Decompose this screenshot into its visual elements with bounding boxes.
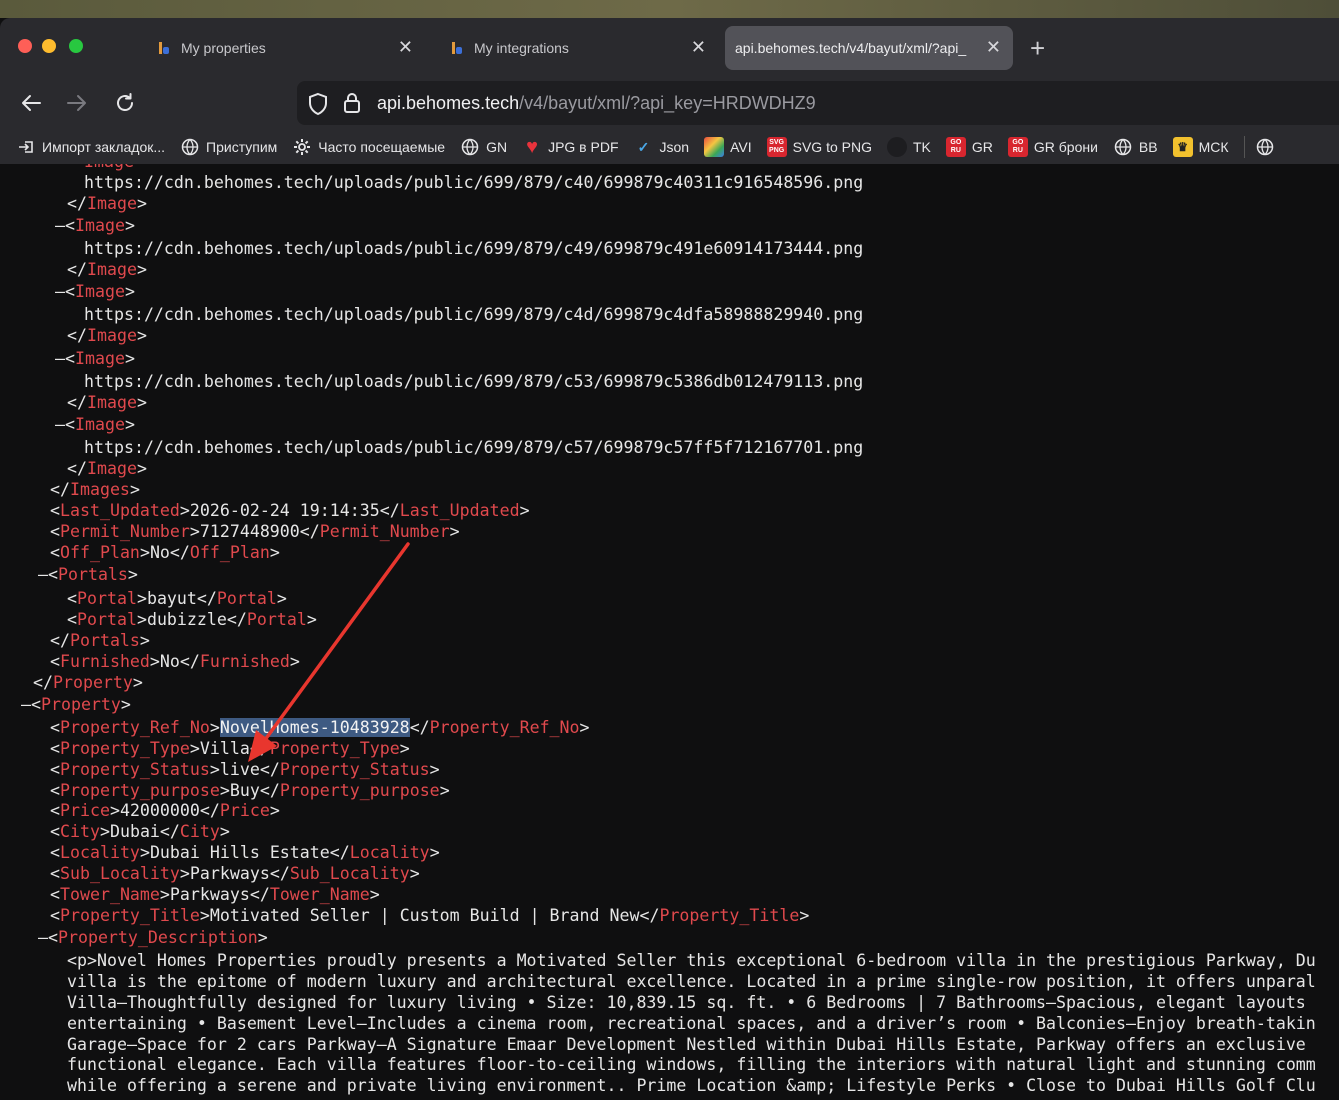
red-annotation-arrow xyxy=(248,542,410,762)
avi-icon xyxy=(704,137,725,157)
goru-icon: GO RU xyxy=(1007,137,1028,157)
close-window-button[interactable] xyxy=(18,39,32,53)
bookmark-label: Часто посещаемые xyxy=(318,139,446,155)
bookmark-label: Импорт закладок... xyxy=(42,139,166,155)
bookmark-label: SVG to PNG xyxy=(792,139,872,155)
reload-icon xyxy=(117,93,133,111)
bookmark-label: GR брони xyxy=(1033,139,1098,155)
url-host: api.behomes.tech xyxy=(377,93,520,113)
bookmark-gn[interactable]: GN xyxy=(460,137,507,157)
new-tab-button[interactable]: + xyxy=(1030,35,1045,61)
back-button[interactable] xyxy=(16,88,46,118)
bookmark-label: JPG в PDF xyxy=(548,139,619,155)
bookmarks-bar: Импорт закладок... Приступим Часто посещ… xyxy=(0,130,1339,164)
bookmark-label: TK xyxy=(912,139,931,155)
bookmark-more[interactable] xyxy=(1255,137,1281,157)
minimize-window-button[interactable] xyxy=(42,39,56,53)
bookmark-msk[interactable]: ♛ МСК xyxy=(1172,137,1229,157)
tab-label: My integrations xyxy=(474,40,569,56)
bookmark-label: BB xyxy=(1138,139,1158,155)
shield-icon[interactable] xyxy=(307,92,329,121)
tab-label: My properties xyxy=(181,40,266,56)
bookmark-svg-png[interactable]: SVG PNG SVG to PNG xyxy=(766,137,872,157)
behomes-favicon-icon xyxy=(157,40,171,56)
behomes-favicon-icon xyxy=(450,40,464,56)
bookmarks-divider xyxy=(1243,136,1245,158)
tab-my-properties[interactable]: My properties ✕ xyxy=(145,26,425,70)
forward-button[interactable] xyxy=(62,88,92,118)
globe-icon xyxy=(460,137,480,157)
bookmark-avi[interactable]: AVI xyxy=(704,137,752,157)
heart-icon: ♥ xyxy=(526,135,538,158)
bookmark-label: AVI xyxy=(730,139,752,155)
goru-icon: GO RU xyxy=(945,137,966,157)
tab-bar: My properties ✕ My integrations ✕ api.be… xyxy=(0,18,1339,78)
bookmark-most-visited[interactable]: Часто посещаемые xyxy=(292,137,445,157)
tab-api-xml-active[interactable]: api.behomes.tech/v4/bayut/xml/?api_ ✕ xyxy=(725,26,1013,70)
svg-icon: SVG PNG xyxy=(766,137,787,157)
tab-close-icon[interactable]: ✕ xyxy=(986,37,1001,57)
tab-close-icon[interactable]: ✕ xyxy=(691,37,706,57)
bookmark-json[interactable]: ✓ Json xyxy=(634,137,690,157)
browser-chrome: My properties ✕ My integrations ✕ api.be… xyxy=(0,18,1339,164)
bookmark-jpg-pdf[interactable]: ♥ JPG в PDF xyxy=(522,135,619,158)
navigation-bar: api.behomes.tech/v4/bayut/xml/?api_key=H… xyxy=(0,80,1339,126)
bookmark-label: GN xyxy=(486,139,508,155)
globe-icon xyxy=(1255,137,1275,157)
bookmark-label: МСК xyxy=(1198,139,1229,155)
tab-close-icon[interactable]: ✕ xyxy=(398,37,413,57)
gear-icon xyxy=(292,137,312,157)
bookmark-import[interactable]: Импорт закладок... xyxy=(16,137,165,157)
tab-label: api.behomes.tech/v4/bayut/xml/?api_ xyxy=(735,40,967,56)
crown-icon: ♛ xyxy=(1172,137,1193,157)
lock-icon[interactable] xyxy=(343,91,361,120)
maximize-window-button[interactable] xyxy=(69,39,83,53)
globe-icon xyxy=(1113,137,1133,157)
bookmark-label: GR xyxy=(971,139,993,155)
arrow-right-icon xyxy=(67,95,86,111)
address-bar[interactable]: api.behomes.tech/v4/bayut/xml/?api_key=H… xyxy=(297,81,1339,125)
url-text[interactable]: api.behomes.tech/v4/bayut/xml/?api_key=H… xyxy=(377,93,816,114)
bookmark-label: Json xyxy=(659,139,690,155)
desktop-strip xyxy=(0,0,1339,18)
arrow-left-icon xyxy=(22,95,41,111)
bookmark-get-started[interactable]: Приступим xyxy=(180,137,277,157)
tk-icon xyxy=(886,137,907,157)
import-icon xyxy=(16,137,36,157)
bookmark-label: Приступим xyxy=(206,139,278,155)
tab-my-integrations[interactable]: My integrations ✕ xyxy=(438,26,718,70)
bookmark-gr[interactable]: GO RU GR xyxy=(945,137,993,157)
globe-icon xyxy=(180,137,200,157)
bookmark-tk[interactable]: TK xyxy=(886,137,931,157)
url-path: /v4/bayut/xml/?api_key=HRDWDHZ9 xyxy=(519,93,816,113)
bookmark-bb[interactable]: BB xyxy=(1113,137,1158,157)
xml-document-view: Image https://cdn.behomes.tech/uploads/p… xyxy=(0,164,1339,1100)
check-icon: ✓ xyxy=(637,138,650,155)
bookmark-gr-bookings[interactable]: GO RU GR брони xyxy=(1007,137,1098,157)
reload-button[interactable] xyxy=(110,88,140,118)
